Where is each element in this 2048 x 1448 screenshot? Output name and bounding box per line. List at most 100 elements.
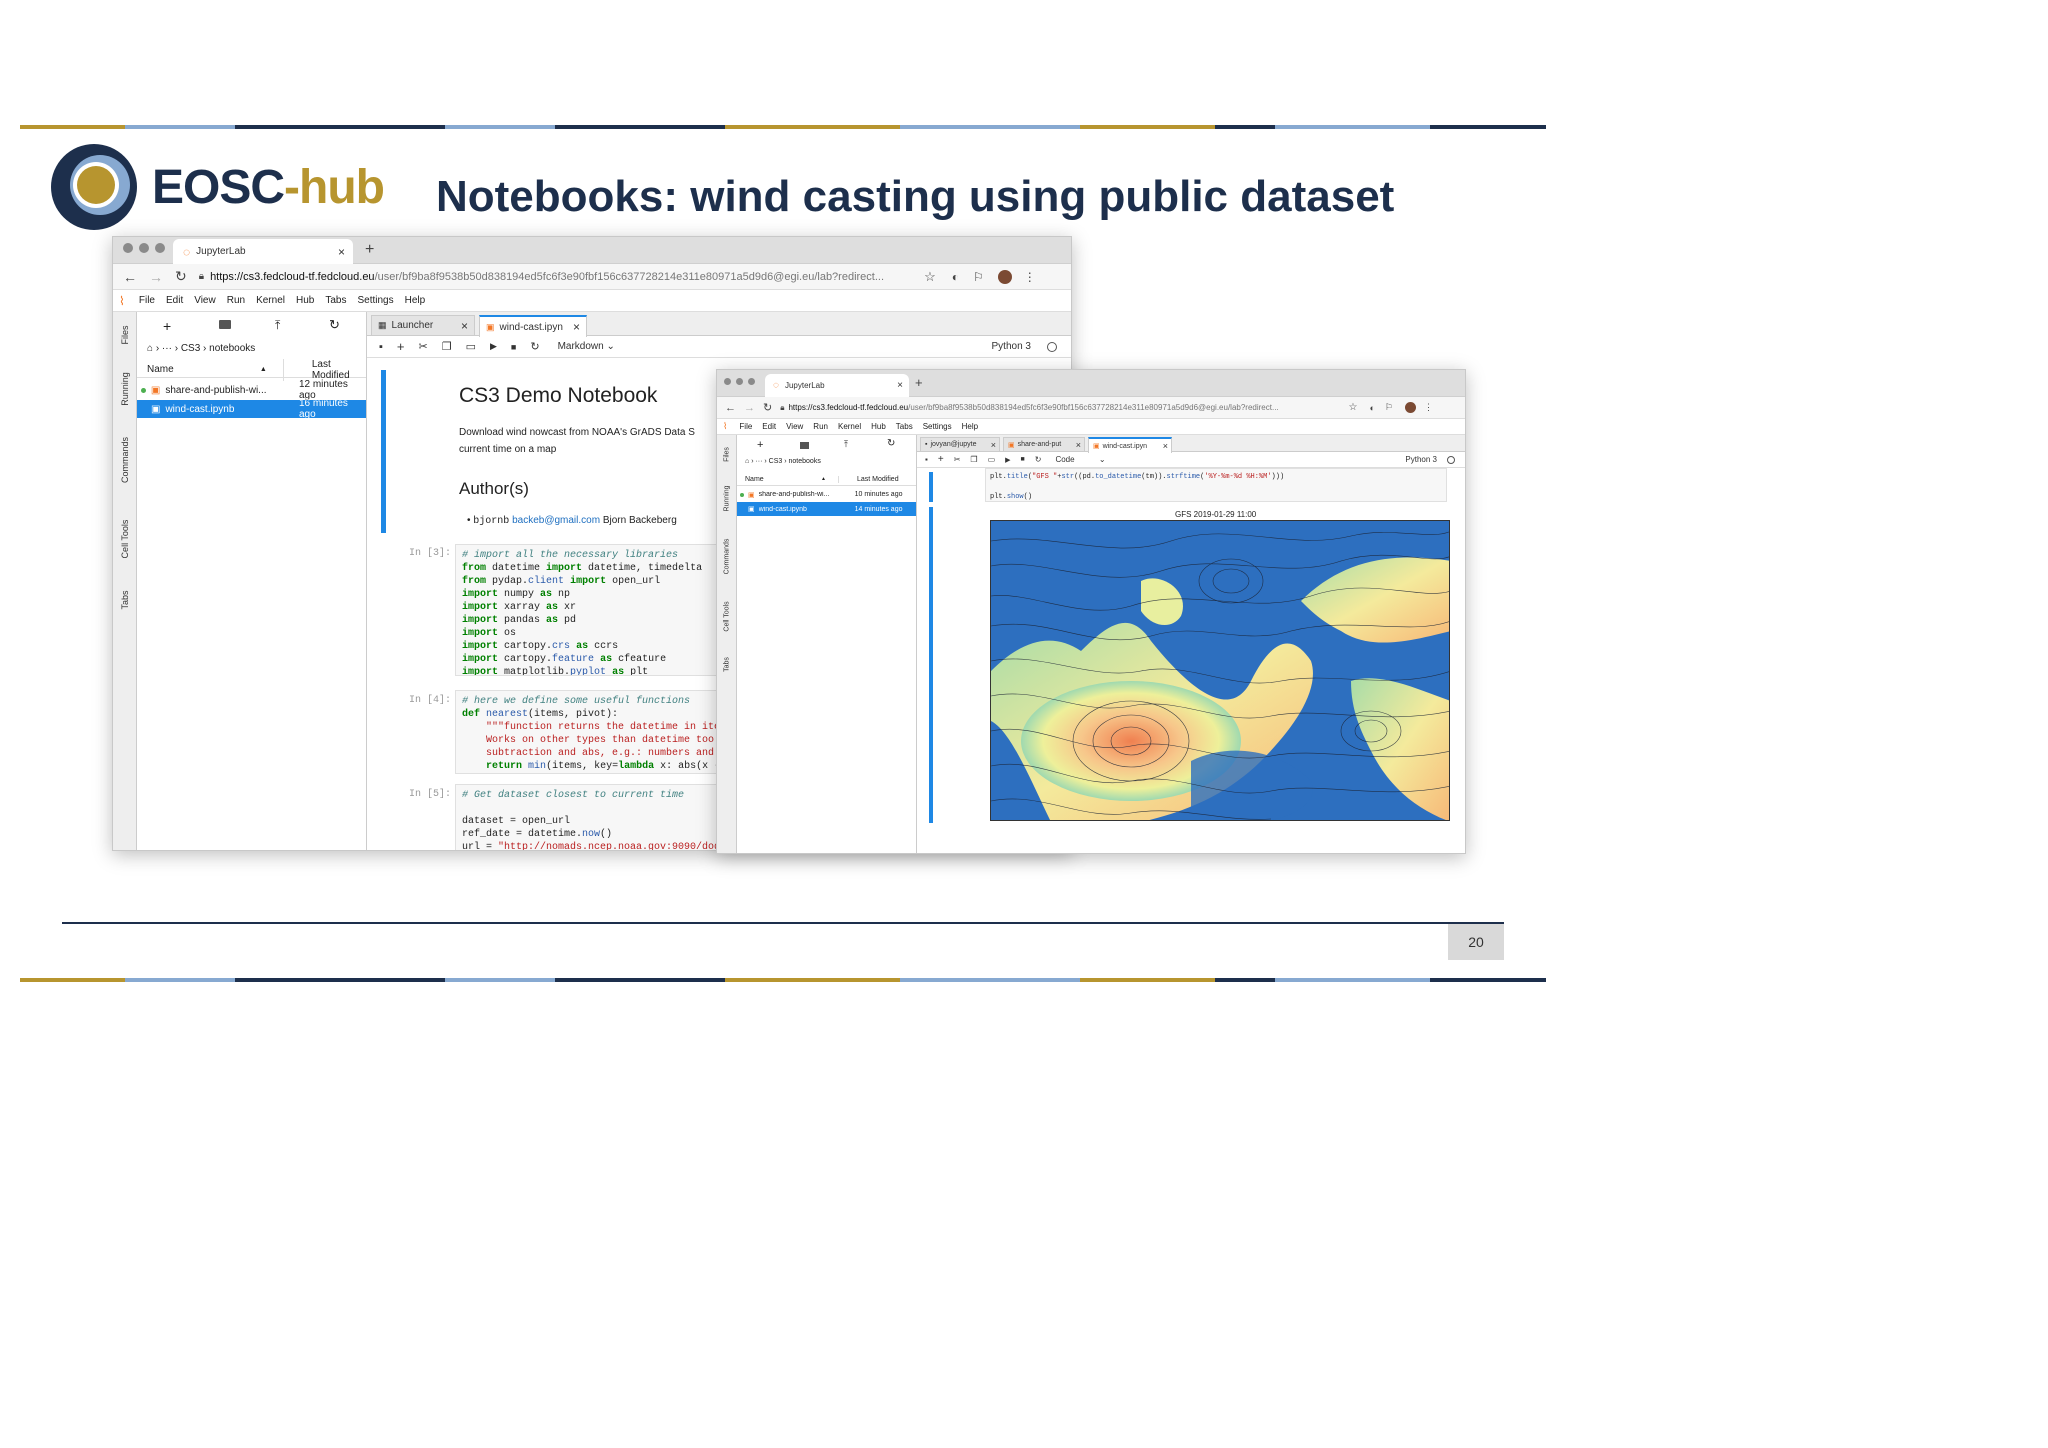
url-field[interactable]: https://cs3.fedcloud-tf.fedcloud.eu/user…	[788, 403, 1338, 412]
author-email-link[interactable]: backeb@gmail.com	[512, 515, 600, 526]
insert-cell-icon[interactable]: +	[938, 454, 944, 465]
close-dot[interactable]	[123, 243, 133, 253]
close-tab-icon[interactable]: ×	[1163, 441, 1168, 451]
column-last-modified[interactable]: Last Modified	[837, 475, 899, 483]
menu-hub[interactable]: Hub	[296, 295, 314, 306]
side-tab-cell-tools[interactable]: Cell Tools	[724, 587, 731, 647]
bookmark-icon[interactable]: ⚐	[1385, 402, 1393, 413]
insert-cell-icon[interactable]: +	[397, 339, 405, 354]
file-row[interactable]: ▣ share-and-publish-wi... 12 minutes ago	[137, 379, 366, 401]
breadcrumb[interactable]: ⌂ › ··· › CS3 › notebooks	[147, 343, 255, 354]
side-tab-cell-tools[interactable]: Cell Tools	[120, 504, 130, 574]
side-tab-files[interactable]: Files	[724, 435, 731, 475]
side-tab-tabs[interactable]: Tabs	[120, 580, 130, 620]
side-tab-tabs[interactable]: Tabs	[724, 645, 731, 685]
bookmark-icon[interactable]: ⚐	[973, 270, 984, 284]
back-arrow-icon[interactable]: ←	[725, 402, 736, 414]
menu-run[interactable]: Run	[227, 295, 245, 306]
menu-help[interactable]: Help	[405, 295, 426, 306]
close-tab-icon[interactable]: ×	[461, 319, 468, 333]
file-row-selected[interactable]: ▣ wind-cast.ipynb 16 minutes ago	[137, 398, 366, 420]
forward-arrow-icon[interactable]: →	[744, 402, 755, 414]
menu-help[interactable]: Help	[962, 422, 978, 431]
side-tab-running[interactable]: Running	[724, 474, 731, 524]
menu-settings[interactable]: Settings	[923, 422, 952, 431]
side-tab-commands[interactable]: Commands	[724, 527, 731, 587]
run-icon[interactable]: ▶	[490, 341, 497, 352]
forward-arrow-icon[interactable]: →	[149, 269, 163, 285]
save-icon[interactable]: ▪	[379, 341, 383, 353]
tab-share-and-publish[interactable]: ▣ share-and-put ×	[1003, 437, 1085, 452]
menu-kernel[interactable]: Kernel	[256, 295, 285, 306]
new-folder-icon[interactable]	[219, 320, 231, 329]
menu-run[interactable]: Run	[813, 422, 828, 431]
maximize-dot[interactable]	[155, 243, 165, 253]
menu-tabs[interactable]: Tabs	[325, 295, 346, 306]
new-launcher-icon[interactable]: +	[163, 318, 171, 334]
menu-kernel[interactable]: Kernel	[838, 422, 861, 431]
close-tab-icon[interactable]: ×	[897, 380, 903, 391]
menu-file[interactable]: File	[739, 422, 752, 431]
minimize-dot[interactable]	[736, 378, 743, 385]
copy-icon[interactable]: ❐	[970, 455, 977, 464]
reload-icon[interactable]: ↻	[175, 268, 187, 285]
more-menu-icon[interactable]: ⋮	[1424, 402, 1433, 413]
extension-icon[interactable]: ◐	[1369, 403, 1374, 413]
cut-icon[interactable]: ✂	[419, 340, 428, 353]
back-arrow-icon[interactable]: ←	[123, 269, 137, 285]
close-dot[interactable]	[724, 378, 731, 385]
column-last-modified[interactable]: Last Modified	[282, 358, 366, 381]
refresh-icon[interactable]: ↻	[887, 438, 895, 449]
maximize-dot[interactable]	[748, 378, 755, 385]
cell-type-select[interactable]: Code ⌄	[1055, 455, 1105, 464]
cut-icon[interactable]: ✂	[954, 455, 961, 464]
browser-tab[interactable]: ◌ JupyterLab ×	[765, 374, 909, 397]
menu-view[interactable]: View	[194, 295, 216, 306]
paste-icon[interactable]: ▭	[466, 340, 476, 353]
save-icon[interactable]: ▪	[925, 455, 928, 464]
tab-terminal[interactable]: ▪ jovyan@jupyte ×	[920, 437, 1000, 452]
menu-hub[interactable]: Hub	[871, 422, 886, 431]
browser-tab[interactable]: ◌ JupyterLab ×	[173, 239, 353, 264]
file-row-selected[interactable]: ▣ wind-cast.ipynb 14 minutes ago	[737, 502, 916, 516]
extension-icon[interactable]: ◐	[952, 270, 959, 284]
side-tab-commands[interactable]: Commands	[120, 425, 130, 495]
tab-wind-cast[interactable]: ▣ wind-cast.ipyn ×	[1088, 437, 1172, 453]
new-tab-button[interactable]: +	[365, 241, 374, 259]
refresh-icon[interactable]: ↻	[329, 317, 340, 333]
close-tab-icon[interactable]: ×	[1076, 440, 1081, 450]
menu-file[interactable]: File	[139, 295, 155, 306]
reload-icon[interactable]: ↻	[763, 401, 772, 414]
code-cell-plot[interactable]: plt.title("GFS "+str((pd.to_datetime(tm)…	[985, 468, 1447, 502]
star-icon[interactable]: ☆	[924, 269, 936, 285]
menu-edit[interactable]: Edit	[762, 422, 776, 431]
side-tab-files[interactable]: Files	[120, 315, 130, 355]
star-icon[interactable]: ☆	[1348, 402, 1357, 413]
upload-icon[interactable]: ⤒	[844, 439, 848, 450]
copy-icon[interactable]: ❐	[442, 340, 452, 353]
column-name[interactable]: Name	[745, 476, 821, 483]
stop-icon[interactable]: ■	[511, 342, 516, 352]
side-tab-running[interactable]: Running	[120, 359, 130, 419]
close-tab-icon[interactable]: ×	[573, 320, 580, 334]
paste-icon[interactable]: ▭	[988, 455, 996, 464]
upload-icon[interactable]: ⤒	[275, 318, 280, 333]
more-menu-icon[interactable]: ⋮	[1024, 270, 1036, 284]
breadcrumb[interactable]: ⌂ › ··· › CS3 › notebooks	[745, 458, 821, 465]
kernel-name[interactable]: Python 3	[1405, 455, 1437, 464]
close-tab-icon[interactable]: ×	[991, 440, 996, 450]
menu-view[interactable]: View	[786, 422, 803, 431]
close-tab-icon[interactable]: ×	[338, 245, 345, 259]
new-tab-button[interactable]: +	[915, 375, 923, 390]
new-folder-icon[interactable]	[800, 442, 809, 449]
cell-type-select[interactable]: Markdown ⌄	[558, 341, 615, 352]
file-row[interactable]: ▣ share-and-publish-wi... 10 minutes ago	[737, 488, 916, 501]
stop-icon[interactable]: ■	[1021, 456, 1025, 463]
menu-tabs[interactable]: Tabs	[896, 422, 913, 431]
restart-icon[interactable]: ↻	[530, 340, 539, 353]
menu-edit[interactable]: Edit	[166, 295, 183, 306]
minimize-dot[interactable]	[139, 243, 149, 253]
new-launcher-icon[interactable]: +	[757, 439, 763, 451]
column-name[interactable]: Name	[147, 364, 260, 375]
avatar[interactable]	[1404, 402, 1416, 413]
